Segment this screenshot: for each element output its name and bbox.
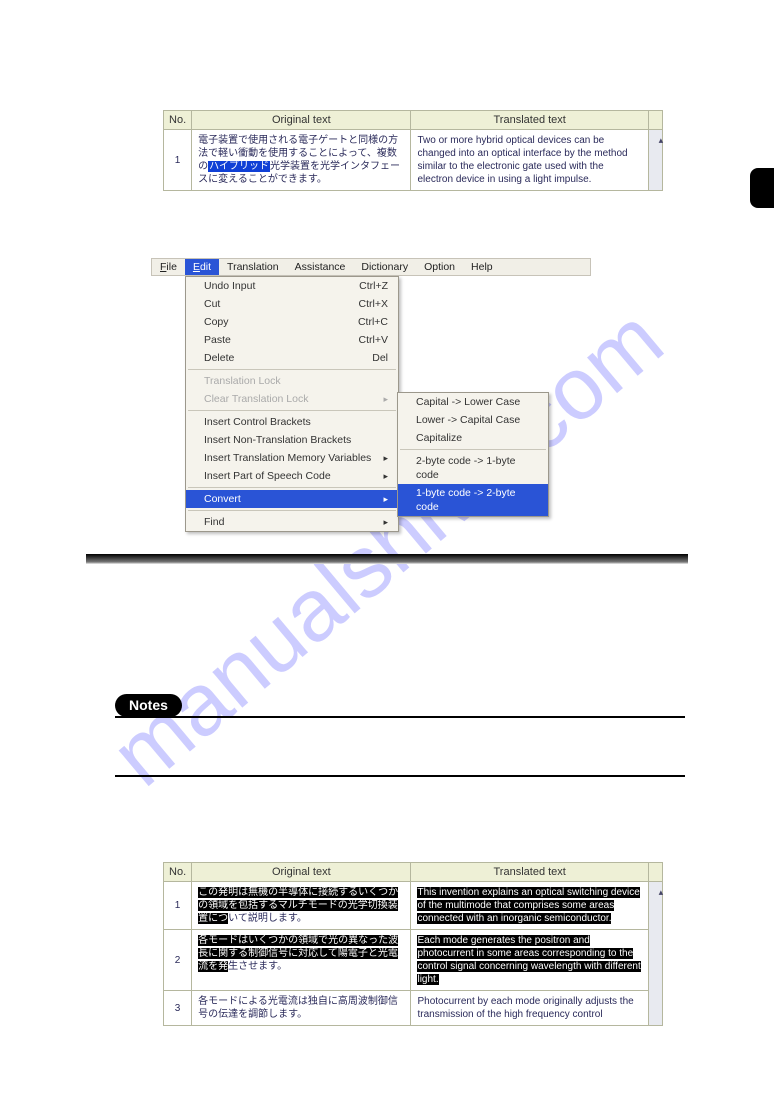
scrollbar-head bbox=[648, 863, 662, 882]
translated-cell[interactable]: Each mode generates the positron and pho… bbox=[411, 930, 648, 991]
translation-table-1: No. Original text Translated text 1 電子装置… bbox=[163, 110, 663, 191]
menu-translation-lock: Translation Lock bbox=[186, 372, 398, 390]
col-no: No. bbox=[164, 863, 192, 882]
scroll-up-icon[interactable]: ▴ bbox=[655, 887, 667, 899]
rule-line bbox=[115, 716, 685, 718]
row-num: 1 bbox=[164, 882, 192, 930]
menu-assistance[interactable]: Assistance bbox=[287, 259, 354, 275]
row-num: 1 bbox=[164, 130, 192, 191]
scroll-up-icon[interactable]: ▴ bbox=[655, 135, 667, 147]
translated-cell[interactable]: This invention explains an optical switc… bbox=[411, 882, 648, 930]
menu-copy[interactable]: CopyCtrl+C bbox=[186, 313, 398, 331]
original-cell[interactable]: 電子装置で使用される電子ゲートと同様の方法で軽い衝動を使用することによって、複数… bbox=[192, 130, 411, 191]
row-num: 2 bbox=[164, 930, 192, 991]
original-cell[interactable]: 各モードはいくつかの領域で光の異なった波長に関する制御信号に対応して陽電子と光電… bbox=[192, 930, 411, 991]
table-row: 1 電子装置で使用される電子ゲートと同様の方法で軽い衝動を使用することによって、… bbox=[164, 130, 663, 191]
edit-dropdown: Undo InputCtrl+Z CutCtrl+X CopyCtrl+C Pa… bbox=[185, 276, 399, 532]
selected-text: Each mode generates the positron and pho… bbox=[417, 935, 640, 985]
side-tab bbox=[750, 168, 774, 208]
convert-submenu: Capital -> Lower Case Lower -> Capital C… bbox=[397, 392, 549, 517]
menu-option[interactable]: Option bbox=[416, 259, 463, 275]
submenu-capitalize[interactable]: Capitalize bbox=[398, 429, 548, 447]
translated-cell[interactable]: Photocurrent by each mode originally adj… bbox=[411, 991, 648, 1026]
menu-paste[interactable]: PasteCtrl+V bbox=[186, 331, 398, 349]
menu-edit[interactable]: Edit bbox=[185, 259, 219, 275]
menu-delete[interactable]: DeleteDel bbox=[186, 349, 398, 367]
table-row: 3 各モードによる光電流は独自に高周波制御信号の伝達を調節します。 Photoc… bbox=[164, 991, 663, 1026]
menu-cut[interactable]: CutCtrl+X bbox=[186, 295, 398, 313]
scrollbar[interactable]: ▴ bbox=[648, 130, 662, 191]
menu-separator bbox=[188, 410, 396, 411]
notes-heading: Notes bbox=[115, 694, 182, 717]
menu-file[interactable]: File bbox=[152, 259, 185, 275]
menu-dictionary[interactable]: Dictionary bbox=[353, 259, 416, 275]
orig-text-rest: 生させます。 bbox=[228, 961, 287, 972]
menu-screenshot: File Edit Translation Assistance Diction… bbox=[151, 258, 591, 276]
rule-line bbox=[115, 775, 685, 777]
scrollbar[interactable]: ▴ bbox=[648, 882, 662, 1026]
submenu-2byte-to-1byte[interactable]: 2-byte code -> 1-byte code bbox=[398, 452, 548, 484]
submenu-capital-to-lower[interactable]: Capital -> Lower Case bbox=[398, 393, 548, 411]
col-translated: Translated text bbox=[411, 863, 648, 882]
menu-insert-pos-code[interactable]: Insert Part of Speech Code bbox=[186, 467, 398, 485]
menu-separator bbox=[188, 510, 396, 511]
menu-separator bbox=[188, 487, 396, 488]
menu-clear-translation-lock: Clear Translation Lock bbox=[186, 390, 398, 408]
col-original: Original text bbox=[192, 863, 411, 882]
menu-find[interactable]: Find bbox=[186, 513, 398, 531]
highlighted-term: ハイブリッド bbox=[208, 161, 270, 172]
scrollbar-head bbox=[648, 111, 662, 130]
menu-translation[interactable]: Translation bbox=[219, 259, 287, 275]
row-num: 3 bbox=[164, 991, 192, 1026]
menu-separator bbox=[400, 449, 546, 450]
table-row: 2 各モードはいくつかの領域で光の異なった波長に関する制御信号に対応して陽電子と… bbox=[164, 930, 663, 991]
submenu-lower-to-capital[interactable]: Lower -> Capital Case bbox=[398, 411, 548, 429]
col-translated: Translated text bbox=[411, 111, 648, 130]
original-cell[interactable]: この発明は無機の半導体に接続するいくつかの領域を包括するマルチモードの光学切換装… bbox=[192, 882, 411, 930]
table-row: 1 この発明は無機の半導体に接続するいくつかの領域を包括するマルチモードの光学切… bbox=[164, 882, 663, 930]
menu-insert-non-translation-brackets[interactable]: Insert Non-Translation Brackets bbox=[186, 431, 398, 449]
translated-cell[interactable]: Two or more hybrid optical devices can b… bbox=[411, 130, 648, 191]
menu-help[interactable]: Help bbox=[463, 259, 501, 275]
menu-insert-control-brackets[interactable]: Insert Control Brackets bbox=[186, 413, 398, 431]
menu-separator bbox=[188, 369, 396, 370]
selected-text: This invention explains an optical switc… bbox=[417, 887, 639, 924]
original-cell[interactable]: 各モードによる光電流は独自に高周波制御信号の伝達を調節します。 bbox=[192, 991, 411, 1026]
menubar: File Edit Translation Assistance Diction… bbox=[151, 258, 591, 276]
col-original: Original text bbox=[192, 111, 411, 130]
col-no: No. bbox=[164, 111, 192, 130]
menu-undo[interactable]: Undo InputCtrl+Z bbox=[186, 277, 398, 295]
menu-insert-tm-variables[interactable]: Insert Translation Memory Variables bbox=[186, 449, 398, 467]
translation-table-2: No. Original text Translated text 1 この発明… bbox=[163, 862, 663, 1026]
orig-text-rest: いて説明します。 bbox=[228, 913, 307, 924]
submenu-1byte-to-2byte[interactable]: 1-byte code -> 2-byte code bbox=[398, 484, 548, 516]
section-divider-bar bbox=[86, 554, 688, 564]
menu-convert[interactable]: Convert bbox=[186, 490, 398, 508]
